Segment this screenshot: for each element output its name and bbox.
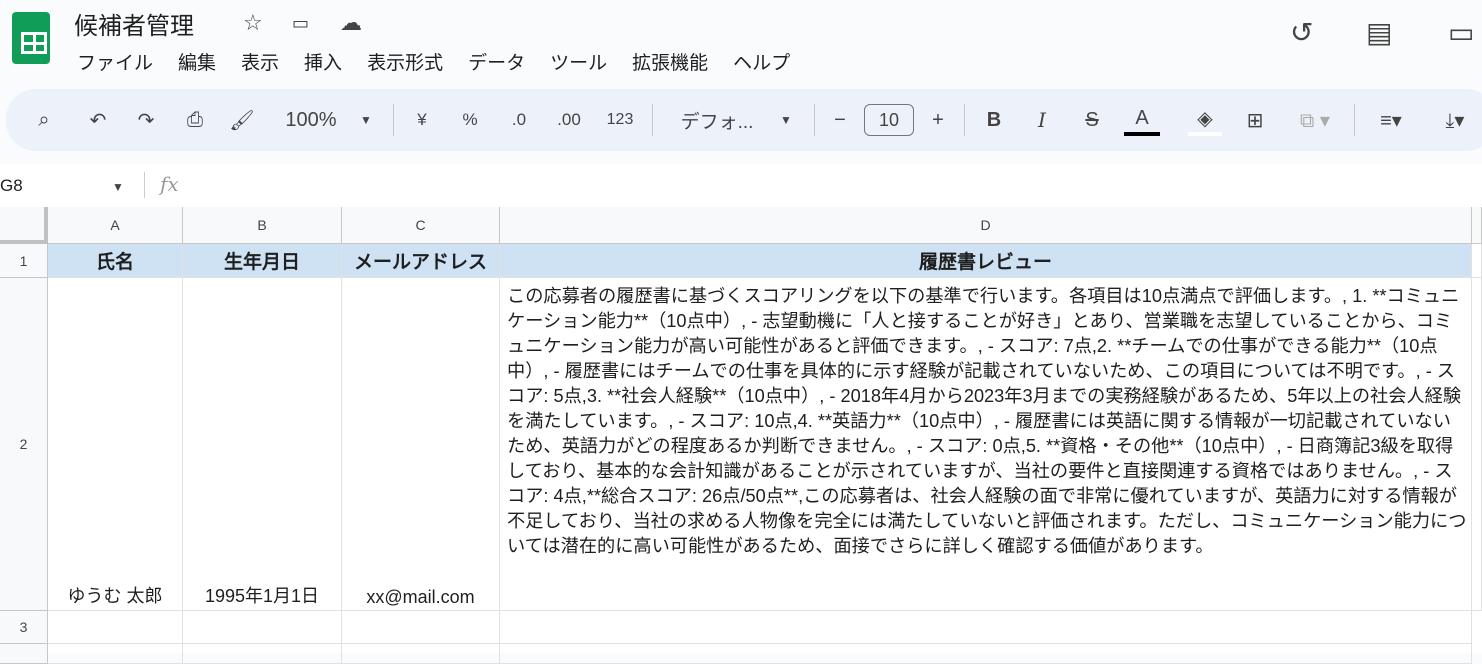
formula-input[interactable] — [196, 176, 1396, 198]
menu-tools[interactable]: ツール — [550, 48, 607, 75]
italic-button[interactable]: I — [1030, 104, 1054, 136]
document-title[interactable]: 候補者管理 — [74, 6, 194, 41]
divider — [1354, 104, 1355, 136]
divider — [814, 104, 815, 136]
cell-b1[interactable]: 生年月日 — [183, 244, 342, 278]
paint-format-icon[interactable]: 🖌 — [228, 104, 256, 136]
vertical-align-icon[interactable]: ⤓▾ — [1430, 104, 1480, 136]
cell-d4[interactable] — [500, 644, 1472, 664]
decrease-font-size-button[interactable]: − — [828, 104, 852, 136]
cell-b2[interactable]: 1995年1月1日 — [183, 278, 342, 611]
cloud-status-icon[interactable]: ☁ — [340, 10, 362, 36]
menu-extensions[interactable]: 拡張機能 — [632, 48, 708, 75]
undo-icon[interactable]: ↶ — [84, 104, 112, 136]
cell-e1[interactable] — [1472, 244, 1482, 278]
borders-icon[interactable]: ⊞ — [1240, 104, 1270, 136]
menu-bar: ファイル 編集 表示 挿入 表示形式 データ ツール 拡張機能 ヘルプ — [77, 48, 790, 75]
menu-insert[interactable]: 挿入 — [304, 48, 342, 75]
cell-e2[interactable] — [1472, 278, 1482, 611]
text-color-button[interactable]: A — [1124, 104, 1160, 136]
fill-color-icon[interactable]: ◈ — [1188, 104, 1222, 136]
cell-c2[interactable]: xx@mail.com — [342, 278, 500, 611]
strikethrough-icon[interactable]: S — [1078, 104, 1106, 136]
search-icon[interactable]: ⌕ — [28, 104, 60, 136]
star-icon[interactable]: ☆ — [243, 10, 263, 36]
column-header-a[interactable]: A — [48, 207, 183, 244]
divider — [144, 172, 145, 198]
chevron-down-icon[interactable]: ▼ — [776, 104, 796, 136]
column-header-b[interactable]: B — [183, 207, 342, 244]
cell-b3[interactable] — [183, 611, 342, 644]
cell-d2[interactable]: この応募者の履歴書に基づくスコアリングを以下の基準で行います。各項目は10点満点… — [500, 278, 1472, 611]
cell-d1[interactable]: 履歴書レビュー — [500, 244, 1472, 278]
cell-a2[interactable]: ゆうむ 太郎 — [48, 278, 183, 611]
increase-decimal-button[interactable]: .00 — [552, 104, 586, 136]
zoom-select[interactable]: 100% — [280, 104, 342, 136]
merge-cells-icon[interactable]: ⧉ ▾ — [1290, 104, 1340, 136]
meet-icon[interactable]: ▭ — [1448, 16, 1474, 49]
spreadsheet-grid: A B C D 1 2 3 氏名 生年月日 メールアドレス 履歴書レビュー ゆう… — [0, 207, 1482, 664]
decrease-decimal-button[interactable]: .0 — [504, 104, 534, 136]
row-header-3[interactable]: 3 — [0, 611, 48, 644]
fx-icon: fx — [160, 172, 179, 196]
row-header-1[interactable]: 1 — [0, 244, 48, 278]
print-icon[interactable]: ⎙ — [180, 104, 210, 136]
column-header-c[interactable]: C — [342, 207, 500, 244]
cell-d3[interactable] — [500, 611, 1472, 644]
percent-button[interactable]: % — [458, 104, 482, 136]
cell-a4[interactable] — [48, 644, 183, 664]
number-format-button[interactable]: 123 — [603, 104, 637, 136]
divider — [964, 104, 965, 136]
font-size-input[interactable]: 10 — [864, 104, 914, 136]
row-header-4[interactable] — [0, 644, 48, 664]
redo-icon[interactable]: ↷ — [132, 104, 160, 136]
menu-data[interactable]: データ — [468, 48, 525, 75]
increase-font-size-button[interactable]: + — [926, 104, 950, 136]
chevron-down-icon[interactable]: ▼ — [112, 180, 124, 194]
select-all-corner[interactable] — [0, 207, 48, 244]
cell-c3[interactable] — [342, 611, 500, 644]
horizontal-align-icon[interactable]: ≡▾ — [1366, 104, 1416, 136]
move-folder-icon[interactable]: ▭ — [292, 13, 309, 34]
chevron-down-icon[interactable]: ▼ — [356, 104, 376, 136]
cell-a1[interactable]: 氏名 — [48, 244, 183, 278]
column-header-d[interactable]: D — [500, 207, 1472, 244]
name-box[interactable]: G8 — [0, 176, 23, 196]
bold-button[interactable]: B — [982, 104, 1006, 136]
divider — [393, 104, 394, 136]
menu-view[interactable]: 表示 — [241, 48, 279, 75]
currency-button[interactable]: ¥ — [410, 104, 434, 136]
comments-icon[interactable]: ▤ — [1366, 16, 1392, 49]
cell-a3[interactable] — [48, 611, 183, 644]
menu-edit[interactable]: 編集 — [178, 48, 216, 75]
menu-file[interactable]: ファイル — [77, 48, 153, 75]
font-select[interactable]: デフォ... — [672, 104, 762, 136]
sheets-logo[interactable] — [12, 12, 50, 64]
cell-c4[interactable] — [342, 644, 500, 664]
column-header-e[interactable] — [1472, 207, 1482, 244]
menu-help[interactable]: ヘルプ — [733, 48, 790, 75]
cell-b4[interactable] — [183, 644, 342, 664]
cell-c1[interactable]: メールアドレス — [342, 244, 500, 278]
menu-format[interactable]: 表示形式 — [367, 48, 443, 75]
row-header-2[interactable]: 2 — [0, 278, 48, 611]
divider — [652, 104, 653, 136]
version-history-icon[interactable]: ↺ — [1290, 16, 1313, 49]
